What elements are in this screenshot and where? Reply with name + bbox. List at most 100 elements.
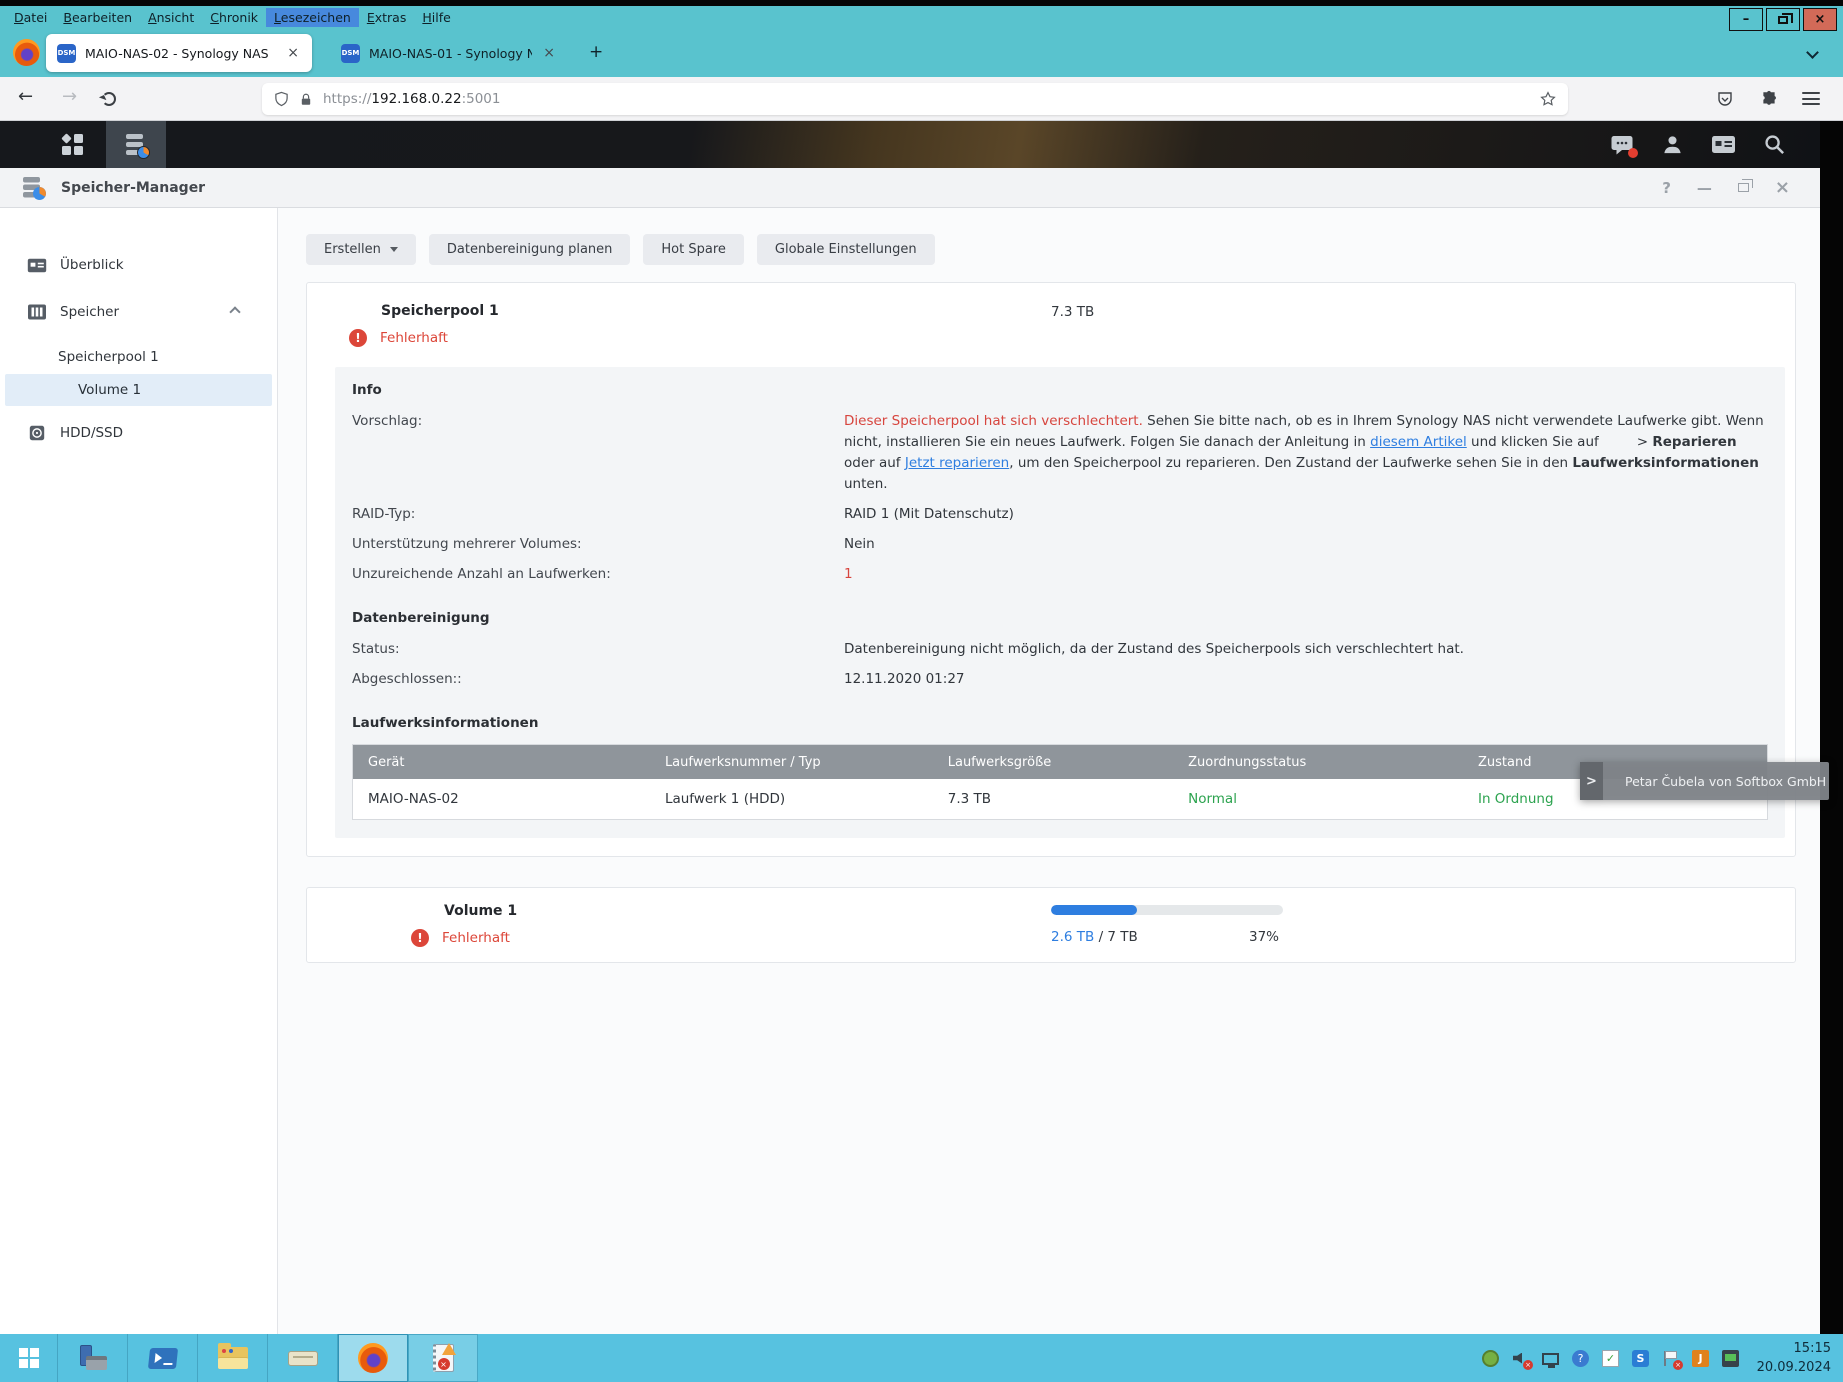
widgets-icon[interactable] xyxy=(1711,134,1736,155)
volume-title: Volume 1 xyxy=(444,903,517,919)
taskbar-firefox[interactable] xyxy=(338,1334,408,1382)
sidebar-item-hdd-ssd[interactable]: HDD/SSD xyxy=(0,416,277,450)
datenbereinigung-planen-button[interactable]: Datenbereinigung planen xyxy=(429,234,631,265)
info-heading: Info xyxy=(352,382,1768,398)
insufficient-drives-row: Unzureichende Anzahl an Laufwerken: 1 xyxy=(352,564,1768,585)
firefox-icon xyxy=(358,1343,388,1373)
remote-desktop-icon[interactable] xyxy=(1722,1350,1739,1367)
restore-icon xyxy=(1778,16,1788,24)
remote-support-icon[interactable]: ? xyxy=(1572,1350,1589,1367)
menu-bearbeiten[interactable]: Bearbeiten xyxy=(55,8,140,27)
window-titlebar[interactable]: Speicher-Manager ? — × xyxy=(0,168,1820,208)
menu-datei[interactable]: Datei xyxy=(6,8,55,27)
bookmark-star-icon[interactable] xyxy=(1540,91,1556,107)
java-icon[interactable]: J xyxy=(1692,1350,1709,1367)
url-bar[interactable]: https://192.168.0.22:5001 xyxy=(262,83,1568,115)
back-icon[interactable]: ← xyxy=(18,86,33,107)
hot-spare-button[interactable]: Hot Spare xyxy=(643,234,744,265)
forward-icon[interactable]: → xyxy=(62,86,77,107)
tray-status-icon[interactable] xyxy=(1482,1350,1499,1367)
menu-lesezeichen[interactable]: Lesezeichen xyxy=(266,8,359,27)
sidebar-item-ueberblick[interactable]: Überblick xyxy=(0,248,277,282)
extensions-puzzle-icon[interactable] xyxy=(1760,90,1778,108)
firefox-icon[interactable] xyxy=(13,39,40,66)
table-header-row: Gerät Laufwerksnummer / Typ Laufwerksgrö… xyxy=(353,745,1767,779)
action-center-flag-icon[interactable]: × xyxy=(1662,1350,1679,1367)
update-check-icon[interactable]: ✓ xyxy=(1602,1350,1619,1367)
taskbar-server-manager[interactable] xyxy=(58,1334,128,1382)
sidebar-item-speicher[interactable]: Speicher xyxy=(0,295,277,329)
pocket-shield-icon[interactable] xyxy=(1716,90,1734,108)
taskbar-scanner[interactable] xyxy=(268,1334,338,1382)
main-menu-button[interactable] xyxy=(44,121,102,168)
raid-type-row: RAID-Typ: RAID 1 (Mit Datenschutz) xyxy=(352,504,1768,525)
menu-hilfe[interactable]: Hilfe xyxy=(414,8,458,27)
help-icon[interactable]: ? xyxy=(1662,179,1671,197)
tab-list-chevron-icon[interactable] xyxy=(1806,46,1819,59)
overlay-expand-chevron[interactable]: > xyxy=(1580,762,1603,800)
storage-manager-icon xyxy=(126,134,147,156)
globale-einstellungen-button[interactable]: Globale Einstellungen xyxy=(757,234,935,265)
menu-ansicht[interactable]: Ansicht xyxy=(140,8,202,27)
tab-maio-nas-02[interactable]: DSM MAIO-NAS-02 - Synology NAS × xyxy=(46,34,312,72)
restore-button[interactable] xyxy=(1766,8,1800,31)
close-tab-icon[interactable]: × xyxy=(541,45,557,61)
volume-card: Volume 1 Fehlerhaft 2.6 TB / 7 TB 37% xyxy=(306,887,1796,963)
sidebar-item-volume-1[interactable]: Volume 1 xyxy=(5,374,272,406)
search-icon[interactable] xyxy=(1763,133,1786,156)
dsm-bar-right-icons xyxy=(1610,121,1786,168)
close-tab-icon[interactable]: × xyxy=(285,45,301,61)
start-button[interactable] xyxy=(0,1334,58,1382)
notifications-chat-icon[interactable] xyxy=(1610,134,1634,156)
volume-usage-text: 2.6 TB / 7 TB xyxy=(1051,929,1138,945)
menu-extras[interactable]: Extras xyxy=(359,8,415,27)
user-icon[interactable] xyxy=(1661,133,1684,156)
browser-menubar: Datei Bearbeiten Ansicht Chronik Lesezei… xyxy=(0,6,1843,28)
menu-hamburger-icon[interactable] xyxy=(1802,92,1820,109)
speaker-muted-icon[interactable]: × xyxy=(1512,1350,1529,1367)
tab-maio-nas-01[interactable]: DSM MAIO-NAS-01 - Synology NAS × xyxy=(330,34,568,72)
browser-tabbar: DSM MAIO-NAS-02 - Synology NAS × DSM MAI… xyxy=(0,28,1843,77)
tab-title: MAIO-NAS-02 - Synology NAS xyxy=(85,46,276,61)
volume-usage-bar xyxy=(1051,905,1283,915)
minimize-button[interactable]: – xyxy=(1729,8,1763,31)
drive-info-table: Gerät Laufwerksnummer / Typ Laufwerksgrö… xyxy=(352,744,1768,820)
scrub-status-row: Status: Datenbereinigung nicht möglich, … xyxy=(352,639,1768,660)
network-monitor-icon[interactable] xyxy=(1542,1353,1559,1365)
menu-chronik[interactable]: Chronik xyxy=(202,8,266,27)
taskbar-file-explorer[interactable] xyxy=(198,1334,268,1382)
chevron-up-icon[interactable] xyxy=(229,306,240,317)
reload-icon[interactable] xyxy=(102,92,116,106)
article-link[interactable]: diesem Artikel xyxy=(1370,434,1467,450)
minimize-icon[interactable]: — xyxy=(1697,179,1712,197)
sidebar-item-speicherpool-1[interactable]: Speicherpool 1 xyxy=(0,342,277,372)
sidebar: Überblick Speicher Speicherpool 1 Volume… xyxy=(0,208,278,1334)
windows-logo-icon xyxy=(19,1348,39,1368)
clock-time: 15:15 xyxy=(1749,1339,1831,1359)
error-icon xyxy=(411,929,429,947)
restore-icon[interactable] xyxy=(1738,183,1749,192)
new-tab-button[interactable]: + xyxy=(589,42,603,62)
dsm-taskbar xyxy=(0,121,1820,168)
table-row[interactable]: MAIO-NAS-02 Laufwerk 1 (HDD) 7.3 TB Norm… xyxy=(353,779,1767,819)
tab-title: MAIO-NAS-01 - Synology NAS xyxy=(369,46,532,61)
browser-toolbar: ← → https://192.168.0.22:5001 xyxy=(0,77,1843,121)
shield-icon[interactable] xyxy=(274,91,289,107)
overview-icon xyxy=(27,257,47,274)
close-button[interactable]: × xyxy=(1803,8,1837,31)
browser-window-controls: – × xyxy=(1729,8,1837,31)
storage-manager-app-button[interactable] xyxy=(106,121,166,168)
synology-assistant-icon[interactable]: S xyxy=(1632,1350,1649,1367)
dropdown-caret-icon xyxy=(390,247,398,252)
drives-heading: Laufwerksinformationen xyxy=(352,715,1768,731)
desktop: { "colors": { "chrome_teal": "#59c3ce", … xyxy=(0,0,1843,1382)
taskbar-clock[interactable]: 15:15 20.09.2024 xyxy=(1749,1334,1843,1382)
repair-now-link[interactable]: Jetzt reparieren xyxy=(905,455,1009,471)
taskbar-powershell[interactable] xyxy=(128,1334,198,1382)
taskbar-logbook[interactable]: × xyxy=(408,1334,478,1382)
erstellen-button[interactable]: Erstellen xyxy=(306,234,416,265)
close-icon[interactable]: × xyxy=(1775,177,1790,198)
hdd-icon xyxy=(27,424,47,442)
storage-manager-window: Speicher-Manager ? — × Überblick Speiche… xyxy=(0,168,1820,1334)
lock-icon[interactable] xyxy=(299,92,313,107)
